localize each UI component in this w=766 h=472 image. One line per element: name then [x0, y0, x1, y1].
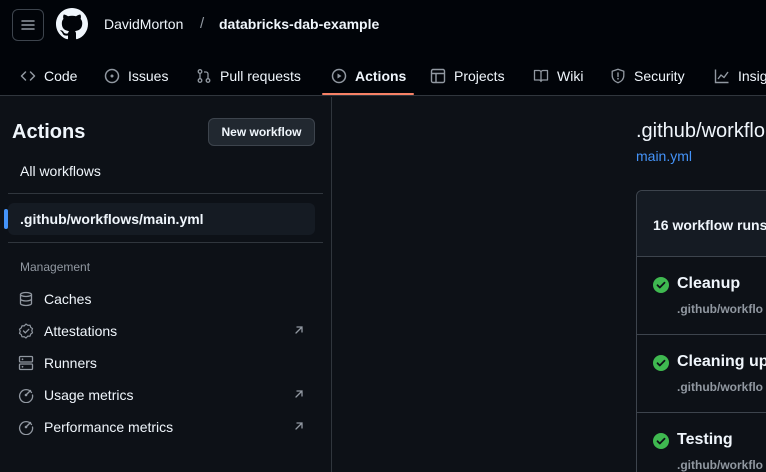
tab-label: Issues	[128, 68, 169, 84]
tab-wiki[interactable]: Wiki	[533, 56, 583, 96]
sidebar-divider	[8, 242, 323, 243]
page-title: .github/workflo	[636, 120, 765, 142]
tab-actions[interactable]: Actions	[331, 56, 406, 96]
workflow-run-row[interactable]: Cleanup .github/workflo	[637, 257, 766, 335]
sidebar-item-runners[interactable]: Runners	[8, 347, 315, 379]
tab-projects[interactable]: Projects	[430, 56, 505, 96]
sidebar-item-label: Usage metrics	[44, 387, 134, 403]
verified-icon	[18, 323, 34, 339]
workflow-run-row[interactable]: Testing .github/workflo	[637, 413, 766, 472]
active-workflow-label: .github/workflows/main.yml	[20, 211, 204, 227]
sidebar-item-label: Performance metrics	[44, 419, 174, 435]
external-link-icon	[295, 422, 303, 430]
run-workflow-path: .github/workflo	[677, 380, 763, 394]
active-tab-indicator	[322, 93, 414, 95]
meter-icon	[18, 419, 34, 435]
tab-pull-requests[interactable]: Pull requests	[196, 56, 301, 96]
tab-label: Actions	[355, 68, 407, 84]
active-indicator	[4, 209, 8, 229]
run-name[interactable]: Testing	[677, 431, 733, 449]
workflow-runs-list: 16 workflow runs Cleanup .github/workflo…	[636, 190, 766, 472]
server-icon	[18, 355, 34, 371]
run-name[interactable]: Cleanup	[677, 275, 740, 293]
breadcrumb-repo[interactable]: databricks-dab-example	[219, 16, 379, 32]
pull-request-icon	[197, 69, 211, 83]
sidebar-item-label: Attestations	[44, 323, 118, 339]
sidebar-item-attestations[interactable]: Attestations	[8, 315, 315, 347]
workflows-sidebar: Actions New workflow All workflows .gith…	[0, 97, 332, 472]
runs-count: 16 workflow runs	[653, 217, 766, 233]
success-check-icon	[653, 433, 669, 449]
code-icon	[20, 71, 36, 81]
meter-icon	[18, 387, 34, 403]
sidebar-item-label: Caches	[44, 291, 92, 307]
external-link-icon	[295, 326, 303, 334]
runs-header: 16 workflow runs	[637, 191, 766, 257]
tab-security[interactable]: Security	[610, 56, 685, 96]
tab-label: Wiki	[557, 68, 584, 84]
top-bar: DavidMorton / databricks-dab-example Cod…	[0, 0, 766, 96]
new-workflow-button[interactable]: New workflow	[208, 118, 315, 146]
sidebar-item-performance-metrics[interactable]: Performance metrics	[8, 411, 315, 443]
sidebar-item-label: Runners	[44, 355, 97, 371]
all-workflows-link[interactable]: All workflows	[20, 163, 101, 179]
tab-label: Security	[634, 68, 685, 84]
active-workflow-item[interactable]: .github/workflows/main.yml	[4, 203, 315, 235]
play-icon	[331, 68, 347, 84]
workflow-run-row[interactable]: Cleaning up .github/workflo	[637, 335, 766, 413]
external-link-icon	[295, 390, 303, 398]
tab-insights[interactable]: Insig	[714, 56, 766, 96]
issue-icon	[104, 68, 120, 84]
tab-label: Projects	[454, 68, 505, 84]
menu-button[interactable]	[12, 9, 44, 41]
book-icon	[533, 69, 549, 83]
success-check-icon	[653, 277, 669, 293]
tab-label: Pull requests	[220, 68, 301, 84]
run-workflow-path: .github/workflo	[677, 302, 763, 316]
graph-icon	[714, 69, 729, 84]
repo-tabs: Code Issues Pull requests Actions Projec…	[0, 56, 766, 96]
workflow-file-link[interactable]: main.yml	[636, 148, 692, 164]
sidebar-divider	[8, 193, 323, 194]
breadcrumb-separator: /	[200, 15, 205, 32]
tab-code[interactable]: Code	[20, 56, 77, 96]
hamburger-icon	[21, 20, 35, 30]
sidebar-item-caches[interactable]: Caches	[8, 283, 315, 315]
run-name[interactable]: Cleaning up	[677, 353, 766, 371]
sidebar-item-usage-metrics[interactable]: Usage metrics	[8, 379, 315, 411]
success-check-icon	[653, 355, 669, 371]
tab-issues[interactable]: Issues	[104, 56, 168, 96]
database-icon	[18, 291, 34, 307]
sidebar-title: Actions	[12, 121, 86, 143]
table-icon	[430, 68, 446, 84]
breadcrumb-owner[interactable]: DavidMorton	[104, 16, 183, 32]
tab-label: Insig	[738, 68, 766, 84]
tab-label: Code	[44, 68, 78, 84]
management-heading: Management	[20, 260, 91, 274]
shield-icon	[611, 68, 625, 84]
github-logo-icon[interactable]	[56, 8, 88, 40]
run-workflow-path: .github/workflo	[677, 458, 763, 472]
